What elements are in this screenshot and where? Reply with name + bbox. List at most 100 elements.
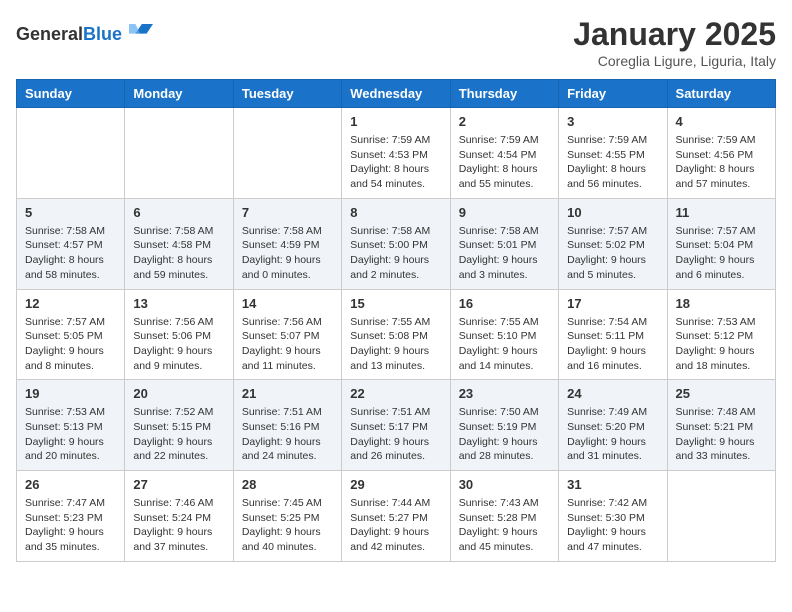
day-info: Sunrise: 7:51 AMSunset: 5:17 PMDaylight:… xyxy=(350,405,441,464)
day-info: Sunrise: 7:49 AMSunset: 5:20 PMDaylight:… xyxy=(567,405,658,464)
calendar-day-cell: 8 Sunrise: 7:58 AMSunset: 5:00 PMDayligh… xyxy=(342,198,450,289)
day-number: 8 xyxy=(350,205,441,220)
day-info: Sunrise: 7:45 AMSunset: 5:25 PMDaylight:… xyxy=(242,496,333,555)
day-number: 11 xyxy=(676,205,767,220)
calendar-day-cell: 7 Sunrise: 7:58 AMSunset: 4:59 PMDayligh… xyxy=(233,198,341,289)
calendar-week-row: 1 Sunrise: 7:59 AMSunset: 4:53 PMDayligh… xyxy=(17,108,776,199)
day-info: Sunrise: 7:58 AMSunset: 4:57 PMDaylight:… xyxy=(25,224,116,283)
day-number: 28 xyxy=(242,477,333,492)
logo: GeneralBlue xyxy=(16,16,153,45)
day-number: 26 xyxy=(25,477,116,492)
day-number: 24 xyxy=(567,386,658,401)
day-info: Sunrise: 7:46 AMSunset: 5:24 PMDaylight:… xyxy=(133,496,224,555)
weekday-header-cell: Sunday xyxy=(17,80,125,108)
day-number: 16 xyxy=(459,296,550,311)
day-info: Sunrise: 7:59 AMSunset: 4:53 PMDaylight:… xyxy=(350,133,441,192)
day-number: 31 xyxy=(567,477,658,492)
calendar-day-cell: 31 Sunrise: 7:42 AMSunset: 5:30 PMDaylig… xyxy=(559,471,667,562)
weekday-header-cell: Thursday xyxy=(450,80,558,108)
day-info: Sunrise: 7:55 AMSunset: 5:08 PMDaylight:… xyxy=(350,315,441,374)
weekday-header-row: SundayMondayTuesdayWednesdayThursdayFrid… xyxy=(17,80,776,108)
calendar-day-cell: 24 Sunrise: 7:49 AMSunset: 5:20 PMDaylig… xyxy=(559,380,667,471)
day-number: 15 xyxy=(350,296,441,311)
day-number: 7 xyxy=(242,205,333,220)
calendar-day-cell: 28 Sunrise: 7:45 AMSunset: 5:25 PMDaylig… xyxy=(233,471,341,562)
day-info: Sunrise: 7:51 AMSunset: 5:16 PMDaylight:… xyxy=(242,405,333,464)
calendar-day-cell: 21 Sunrise: 7:51 AMSunset: 5:16 PMDaylig… xyxy=(233,380,341,471)
calendar-table: SundayMondayTuesdayWednesdayThursdayFrid… xyxy=(16,79,776,562)
day-number: 20 xyxy=(133,386,224,401)
day-number: 2 xyxy=(459,114,550,129)
day-info: Sunrise: 7:42 AMSunset: 5:30 PMDaylight:… xyxy=(567,496,658,555)
calendar-day-cell: 9 Sunrise: 7:58 AMSunset: 5:01 PMDayligh… xyxy=(450,198,558,289)
calendar-week-row: 5 Sunrise: 7:58 AMSunset: 4:57 PMDayligh… xyxy=(17,198,776,289)
calendar-day-cell xyxy=(233,108,341,199)
day-info: Sunrise: 7:47 AMSunset: 5:23 PMDaylight:… xyxy=(25,496,116,555)
day-number: 13 xyxy=(133,296,224,311)
day-info: Sunrise: 7:53 AMSunset: 5:12 PMDaylight:… xyxy=(676,315,767,374)
calendar-day-cell: 27 Sunrise: 7:46 AMSunset: 5:24 PMDaylig… xyxy=(125,471,233,562)
calendar-day-cell xyxy=(125,108,233,199)
calendar-day-cell: 11 Sunrise: 7:57 AMSunset: 5:04 PMDaylig… xyxy=(667,198,775,289)
calendar-day-cell: 3 Sunrise: 7:59 AMSunset: 4:55 PMDayligh… xyxy=(559,108,667,199)
day-info: Sunrise: 7:43 AMSunset: 5:28 PMDaylight:… xyxy=(459,496,550,555)
day-info: Sunrise: 7:58 AMSunset: 4:59 PMDaylight:… xyxy=(242,224,333,283)
day-info: Sunrise: 7:57 AMSunset: 5:02 PMDaylight:… xyxy=(567,224,658,283)
calendar-day-cell: 1 Sunrise: 7:59 AMSunset: 4:53 PMDayligh… xyxy=(342,108,450,199)
day-info: Sunrise: 7:44 AMSunset: 5:27 PMDaylight:… xyxy=(350,496,441,555)
logo-icon xyxy=(129,16,153,40)
day-number: 6 xyxy=(133,205,224,220)
day-number: 5 xyxy=(25,205,116,220)
day-number: 22 xyxy=(350,386,441,401)
calendar-day-cell: 26 Sunrise: 7:47 AMSunset: 5:23 PMDaylig… xyxy=(17,471,125,562)
calendar-day-cell: 18 Sunrise: 7:53 AMSunset: 5:12 PMDaylig… xyxy=(667,289,775,380)
day-info: Sunrise: 7:58 AMSunset: 5:01 PMDaylight:… xyxy=(459,224,550,283)
day-number: 23 xyxy=(459,386,550,401)
day-number: 1 xyxy=(350,114,441,129)
day-number: 10 xyxy=(567,205,658,220)
calendar-day-cell: 17 Sunrise: 7:54 AMSunset: 5:11 PMDaylig… xyxy=(559,289,667,380)
calendar-day-cell: 5 Sunrise: 7:58 AMSunset: 4:57 PMDayligh… xyxy=(17,198,125,289)
day-number: 21 xyxy=(242,386,333,401)
calendar-day-cell: 25 Sunrise: 7:48 AMSunset: 5:21 PMDaylig… xyxy=(667,380,775,471)
day-info: Sunrise: 7:57 AMSunset: 5:05 PMDaylight:… xyxy=(25,315,116,374)
day-info: Sunrise: 7:59 AMSunset: 4:56 PMDaylight:… xyxy=(676,133,767,192)
day-number: 17 xyxy=(567,296,658,311)
day-info: Sunrise: 7:58 AMSunset: 5:00 PMDaylight:… xyxy=(350,224,441,283)
calendar-day-cell: 14 Sunrise: 7:56 AMSunset: 5:07 PMDaylig… xyxy=(233,289,341,380)
weekday-header-cell: Wednesday xyxy=(342,80,450,108)
day-number: 4 xyxy=(676,114,767,129)
day-info: Sunrise: 7:59 AMSunset: 4:54 PMDaylight:… xyxy=(459,133,550,192)
day-info: Sunrise: 7:56 AMSunset: 5:07 PMDaylight:… xyxy=(242,315,333,374)
weekday-header-cell: Saturday xyxy=(667,80,775,108)
calendar-day-cell: 20 Sunrise: 7:52 AMSunset: 5:15 PMDaylig… xyxy=(125,380,233,471)
calendar-day-cell: 22 Sunrise: 7:51 AMSunset: 5:17 PMDaylig… xyxy=(342,380,450,471)
day-info: Sunrise: 7:48 AMSunset: 5:21 PMDaylight:… xyxy=(676,405,767,464)
day-number: 3 xyxy=(567,114,658,129)
day-number: 29 xyxy=(350,477,441,492)
day-info: Sunrise: 7:57 AMSunset: 5:04 PMDaylight:… xyxy=(676,224,767,283)
location-title: Coreglia Ligure, Liguria, Italy xyxy=(573,53,776,69)
page-header: GeneralBlue January 2025 Coreglia Ligure… xyxy=(16,16,776,69)
calendar-body: 1 Sunrise: 7:59 AMSunset: 4:53 PMDayligh… xyxy=(17,108,776,562)
calendar-day-cell: 30 Sunrise: 7:43 AMSunset: 5:28 PMDaylig… xyxy=(450,471,558,562)
calendar-day-cell: 4 Sunrise: 7:59 AMSunset: 4:56 PMDayligh… xyxy=(667,108,775,199)
weekday-header-cell: Tuesday xyxy=(233,80,341,108)
weekday-header-cell: Friday xyxy=(559,80,667,108)
calendar-day-cell xyxy=(17,108,125,199)
calendar-day-cell: 29 Sunrise: 7:44 AMSunset: 5:27 PMDaylig… xyxy=(342,471,450,562)
day-number: 27 xyxy=(133,477,224,492)
day-info: Sunrise: 7:52 AMSunset: 5:15 PMDaylight:… xyxy=(133,405,224,464)
day-info: Sunrise: 7:59 AMSunset: 4:55 PMDaylight:… xyxy=(567,133,658,192)
calendar-day-cell: 16 Sunrise: 7:55 AMSunset: 5:10 PMDaylig… xyxy=(450,289,558,380)
calendar-week-row: 19 Sunrise: 7:53 AMSunset: 5:13 PMDaylig… xyxy=(17,380,776,471)
calendar-day-cell: 12 Sunrise: 7:57 AMSunset: 5:05 PMDaylig… xyxy=(17,289,125,380)
day-info: Sunrise: 7:54 AMSunset: 5:11 PMDaylight:… xyxy=(567,315,658,374)
weekday-header-cell: Monday xyxy=(125,80,233,108)
calendar-day-cell: 23 Sunrise: 7:50 AMSunset: 5:19 PMDaylig… xyxy=(450,380,558,471)
day-number: 30 xyxy=(459,477,550,492)
day-info: Sunrise: 7:55 AMSunset: 5:10 PMDaylight:… xyxy=(459,315,550,374)
title-area: January 2025 Coreglia Ligure, Liguria, I… xyxy=(573,16,776,69)
calendar-week-row: 12 Sunrise: 7:57 AMSunset: 5:05 PMDaylig… xyxy=(17,289,776,380)
day-info: Sunrise: 7:58 AMSunset: 4:58 PMDaylight:… xyxy=(133,224,224,283)
